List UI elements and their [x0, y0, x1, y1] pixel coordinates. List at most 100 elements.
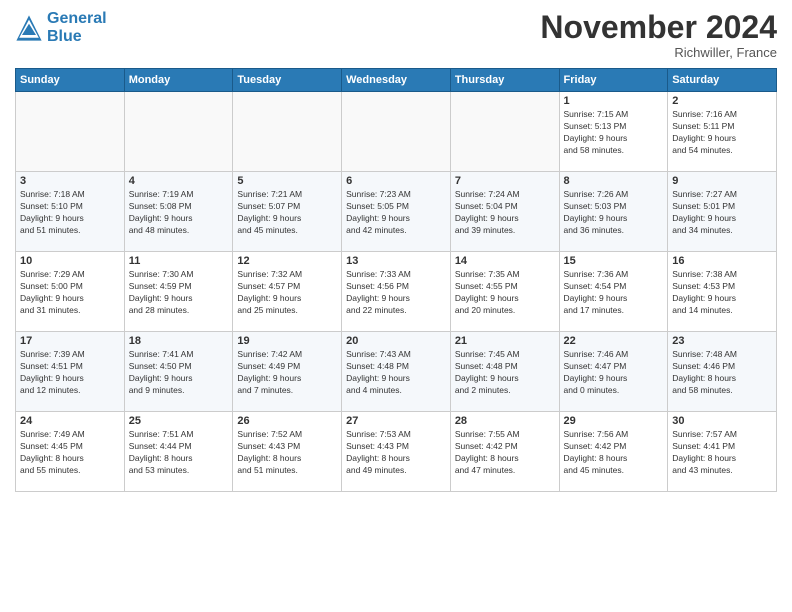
day-number: 10 — [20, 255, 120, 267]
calendar-cell: 8 Sunrise: 7:26 AM Sunset: 5:03 PM Daylig… — [559, 172, 668, 252]
calendar-cell: 21 Sunrise: 7:45 AM Sunset: 4:48 PM Dayli… — [450, 332, 559, 412]
calendar-cell: 22 Sunrise: 7:46 AM Sunset: 4:47 PM Dayli… — [559, 332, 668, 412]
month-title: November 2024 — [540, 10, 777, 45]
weekday-header: Sunday — [16, 69, 125, 92]
day-number: 25 — [129, 415, 229, 427]
calendar-cell: 9 Sunrise: 7:27 AM Sunset: 5:01 PM Daylig… — [668, 172, 777, 252]
day-number: 15 — [564, 255, 664, 267]
day-number: 20 — [346, 335, 446, 347]
weekday-header: Wednesday — [342, 69, 451, 92]
day-number: 16 — [672, 255, 772, 267]
day-number: 22 — [564, 335, 664, 347]
day-number: 28 — [455, 415, 555, 427]
day-info: Sunrise: 7:15 AM Sunset: 5:13 PM Dayligh… — [564, 109, 664, 157]
day-info: Sunrise: 7:48 AM Sunset: 4:46 PM Dayligh… — [672, 349, 772, 397]
calendar-cell — [124, 92, 233, 172]
day-info: Sunrise: 7:42 AM Sunset: 4:49 PM Dayligh… — [237, 349, 337, 397]
weekday-header: Thursday — [450, 69, 559, 92]
day-number: 23 — [672, 335, 772, 347]
page: General Blue November 2024 Richwiller, F… — [0, 0, 792, 612]
day-info: Sunrise: 7:26 AM Sunset: 5:03 PM Dayligh… — [564, 189, 664, 237]
day-number: 11 — [129, 255, 229, 267]
calendar-cell — [342, 92, 451, 172]
calendar: SundayMondayTuesdayWednesdayThursdayFrid… — [15, 68, 777, 492]
calendar-cell: 10 Sunrise: 7:29 AM Sunset: 5:00 PM Dayli… — [16, 252, 125, 332]
title-block: November 2024 Richwiller, France — [540, 10, 777, 60]
calendar-cell: 4Sunrise: 7:19 AM Sunset: 5:08 PM Daylig… — [124, 172, 233, 252]
calendar-cell: 27 Sunrise: 7:53 AM Sunset: 4:43 PM Dayli… — [342, 412, 451, 492]
day-info: Sunrise: 7:53 AM Sunset: 4:43 PM Dayligh… — [346, 429, 446, 477]
calendar-cell: 11 Sunrise: 7:30 AM Sunset: 4:59 PM Dayli… — [124, 252, 233, 332]
calendar-week-row: 17 Sunrise: 7:39 AM Sunset: 4:51 PM Dayli… — [16, 332, 777, 412]
calendar-cell: 19Sunrise: 7:42 AM Sunset: 4:49 PM Dayli… — [233, 332, 342, 412]
day-number: 18 — [129, 335, 229, 347]
calendar-cell: 15Sunrise: 7:36 AM Sunset: 4:54 PM Dayli… — [559, 252, 668, 332]
day-number: 14 — [455, 255, 555, 267]
day-number: 26 — [237, 415, 337, 427]
day-number: 27 — [346, 415, 446, 427]
day-info: Sunrise: 7:57 AM Sunset: 4:41 PM Dayligh… — [672, 429, 772, 477]
calendar-cell: 2Sunrise: 7:16 AM Sunset: 5:11 PM Daylig… — [668, 92, 777, 172]
calendar-week-row: 24 Sunrise: 7:49 AM Sunset: 4:45 PM Dayli… — [16, 412, 777, 492]
calendar-cell: 20Sunrise: 7:43 AM Sunset: 4:48 PM Dayli… — [342, 332, 451, 412]
day-info: Sunrise: 7:45 AM Sunset: 4:48 PM Dayligh… — [455, 349, 555, 397]
day-info: Sunrise: 7:23 AM Sunset: 5:05 PM Dayligh… — [346, 189, 446, 237]
location: Richwiller, France — [540, 45, 777, 60]
calendar-cell: 24 Sunrise: 7:49 AM Sunset: 4:45 PM Dayli… — [16, 412, 125, 492]
day-info: Sunrise: 7:33 AM Sunset: 4:56 PM Dayligh… — [346, 269, 446, 317]
day-info: Sunrise: 7:27 AM Sunset: 5:01 PM Dayligh… — [672, 189, 772, 237]
calendar-cell: 5Sunrise: 7:21 AM Sunset: 5:07 PM Daylig… — [233, 172, 342, 252]
calendar-cell: 17 Sunrise: 7:39 AM Sunset: 4:51 PM Dayli… — [16, 332, 125, 412]
calendar-cell: 29 Sunrise: 7:56 AM Sunset: 4:42 PM Dayli… — [559, 412, 668, 492]
calendar-cell: 18 Sunrise: 7:41 AM Sunset: 4:50 PM Dayli… — [124, 332, 233, 412]
day-info: Sunrise: 7:21 AM Sunset: 5:07 PM Dayligh… — [237, 189, 337, 237]
weekday-header: Saturday — [668, 69, 777, 92]
day-info: Sunrise: 7:56 AM Sunset: 4:42 PM Dayligh… — [564, 429, 664, 477]
calendar-cell — [450, 92, 559, 172]
day-number: 9 — [672, 175, 772, 187]
logo-icon — [15, 14, 43, 42]
weekday-header: Monday — [124, 69, 233, 92]
day-number: 1 — [564, 95, 664, 107]
day-info: Sunrise: 7:49 AM Sunset: 4:45 PM Dayligh… — [20, 429, 120, 477]
logo-line2: Blue — [47, 28, 107, 46]
day-info: Sunrise: 7:52 AM Sunset: 4:43 PM Dayligh… — [237, 429, 337, 477]
day-info: Sunrise: 7:46 AM Sunset: 4:47 PM Dayligh… — [564, 349, 664, 397]
day-info: Sunrise: 7:24 AM Sunset: 5:04 PM Dayligh… — [455, 189, 555, 237]
calendar-cell — [233, 92, 342, 172]
day-number: 8 — [564, 175, 664, 187]
calendar-cell: 12Sunrise: 7:32 AM Sunset: 4:57 PM Dayli… — [233, 252, 342, 332]
calendar-cell: 16 Sunrise: 7:38 AM Sunset: 4:53 PM Dayli… — [668, 252, 777, 332]
calendar-cell: 30 Sunrise: 7:57 AM Sunset: 4:41 PM Dayli… — [668, 412, 777, 492]
day-number: 4 — [129, 175, 229, 187]
calendar-week-row: 10 Sunrise: 7:29 AM Sunset: 5:00 PM Dayli… — [16, 252, 777, 332]
day-number: 17 — [20, 335, 120, 347]
calendar-cell: 25 Sunrise: 7:51 AM Sunset: 4:44 PM Dayli… — [124, 412, 233, 492]
calendar-cell: 6 Sunrise: 7:23 AM Sunset: 5:05 PM Daylig… — [342, 172, 451, 252]
header: General Blue November 2024 Richwiller, F… — [15, 10, 777, 60]
weekday-header-row: SundayMondayTuesdayWednesdayThursdayFrid… — [16, 69, 777, 92]
calendar-cell — [16, 92, 125, 172]
day-info: Sunrise: 7:18 AM Sunset: 5:10 PM Dayligh… — [20, 189, 120, 237]
day-number: 12 — [237, 255, 337, 267]
calendar-cell: 28 Sunrise: 7:55 AM Sunset: 4:42 PM Dayli… — [450, 412, 559, 492]
calendar-week-row: 3Sunrise: 7:18 AM Sunset: 5:10 PM Daylig… — [16, 172, 777, 252]
day-number: 29 — [564, 415, 664, 427]
day-number: 30 — [672, 415, 772, 427]
day-info: Sunrise: 7:30 AM Sunset: 4:59 PM Dayligh… — [129, 269, 229, 317]
day-info: Sunrise: 7:51 AM Sunset: 4:44 PM Dayligh… — [129, 429, 229, 477]
calendar-cell: 3Sunrise: 7:18 AM Sunset: 5:10 PM Daylig… — [16, 172, 125, 252]
day-info: Sunrise: 7:55 AM Sunset: 4:42 PM Dayligh… — [455, 429, 555, 477]
day-info: Sunrise: 7:16 AM Sunset: 5:11 PM Dayligh… — [672, 109, 772, 157]
weekday-header: Tuesday — [233, 69, 342, 92]
day-number: 21 — [455, 335, 555, 347]
day-info: Sunrise: 7:39 AM Sunset: 4:51 PM Dayligh… — [20, 349, 120, 397]
day-info: Sunrise: 7:29 AM Sunset: 5:00 PM Dayligh… — [20, 269, 120, 317]
day-info: Sunrise: 7:38 AM Sunset: 4:53 PM Dayligh… — [672, 269, 772, 317]
day-info: Sunrise: 7:41 AM Sunset: 4:50 PM Dayligh… — [129, 349, 229, 397]
calendar-cell: 14Sunrise: 7:35 AM Sunset: 4:55 PM Dayli… — [450, 252, 559, 332]
calendar-cell: 1 Sunrise: 7:15 AM Sunset: 5:13 PM Daylig… — [559, 92, 668, 172]
logo-line1: General — [47, 10, 107, 27]
day-number: 6 — [346, 175, 446, 187]
day-number: 24 — [20, 415, 120, 427]
